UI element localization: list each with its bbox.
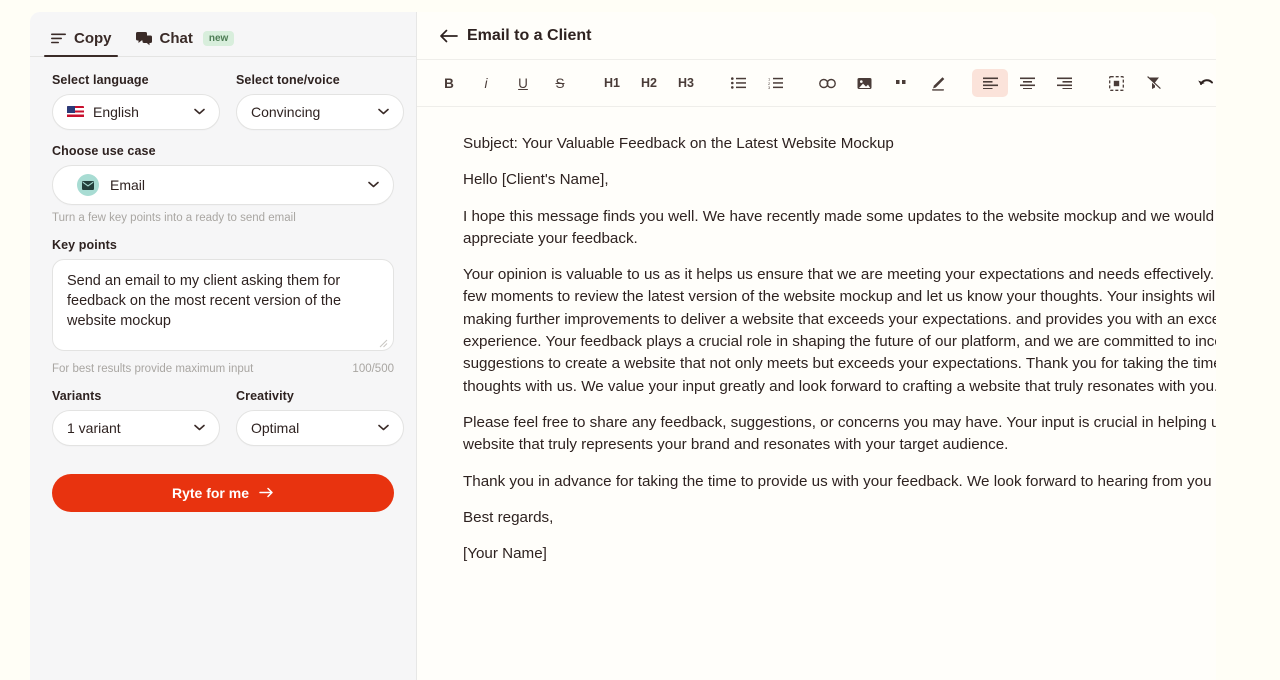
usecase-select[interactable]: Email [52,165,394,205]
sidebar-form: Select language English Select tone/voic… [30,57,416,512]
app-window: Copy Chat new Select language English Se… [30,12,1216,680]
usecase-value: Email [110,177,146,193]
sidebar: Copy Chat new Select language English Se… [30,12,417,680]
chevron-down-icon [378,107,389,118]
creativity-field: Creativity Optimal [236,389,404,446]
page-title: Email to a Client [467,26,592,44]
keypoints-input[interactable] [52,259,394,351]
chevron-down-icon [194,107,205,118]
keypoints-field: Key points For best results provide maxi… [52,238,394,375]
keypoints-label: Key points [52,238,117,252]
paragraph-main-text: Your opinion is valuable to us as it hel… [463,266,1216,395]
tone-label: Select tone/voice [236,73,340,87]
document-body[interactable]: Subject: Your Valuable Feedback on the L… [417,107,1216,680]
tab-chat-new-badge: new [202,31,235,46]
underline-button[interactable]: U [505,69,541,97]
variants-field: Variants 1 variant [52,389,220,446]
language-field: Select language English [52,73,220,130]
tab-chat-label: Chat [159,30,193,47]
paragraph-request: Please feel free to share any feedback, … [463,413,1216,454]
strikethrough-button[interactable]: S [542,69,578,97]
keypoints-textarea-wrap [52,259,394,356]
numbered-list-icon[interactable]: 1 2 3 [757,69,793,97]
tab-copy[interactable]: Copy [44,30,124,57]
image-icon[interactable] [846,69,882,97]
heading2-button[interactable]: H2 [631,69,667,97]
us-flag-icon [67,106,84,118]
paragraph-signoff: Best regards, [463,508,554,526]
usecase-hint: Turn a few key points into a ready to se… [52,212,296,224]
lines-icon [50,31,66,47]
tone-field: Select tone/voice Convincing [236,73,404,130]
bullet-list-icon[interactable] [720,69,756,97]
ryte-for-me-label: Ryte for me [171,485,250,501]
language-label: Select language [52,73,149,87]
tone-value: Convincing [251,104,321,120]
heading1-button[interactable]: H1 [594,69,630,97]
quote-icon[interactable] [883,69,919,97]
keypoints-hint-row: For best results provide maximum input 1… [52,363,394,375]
clear-formatting-icon[interactable] [1135,69,1171,97]
ai-frame-icon[interactable] [1098,69,1134,97]
chevron-down-icon [194,423,205,434]
align-center-icon[interactable] [1009,69,1045,97]
undo-icon[interactable] [1187,69,1216,97]
align-right-icon[interactable] [1046,69,1082,97]
tab-chat[interactable]: Chat new [130,30,247,56]
editor-panel: Email to a Client B i U S H1 H2 H3 1 2 3… [417,12,1216,680]
align-left-icon[interactable] [972,69,1008,97]
creativity-select[interactable]: Optimal [236,410,404,446]
paragraph-main: Your opinion is valuable to us as it hel… [463,264,1216,398]
arrow-left-icon[interactable] [435,23,461,49]
creativity-value: Optimal [251,420,300,436]
variants-label: Variants [52,389,102,403]
highlighter-icon[interactable] [920,69,956,97]
svg-text:3: 3 [768,85,771,89]
paragraph-name: [Your Name] [463,545,547,563]
tab-copy-label: Copy [74,30,112,47]
variants-creativity-row: Variants 1 variant Creativity Optimal [52,389,404,460]
chevron-down-icon [378,423,389,434]
usecase-label: Choose use case [52,144,156,158]
editor-header: Email to a Client [417,12,1216,60]
usecase-field: Choose use case Email Turn a few key poi… [52,144,394,224]
heading3-button[interactable]: H3 [668,69,704,97]
envelope-icon [77,174,99,196]
tone-select[interactable]: Convincing [236,94,404,130]
paragraph-thanks: Thank you in advance for taking the time… [463,472,1216,490]
variants-select[interactable]: 1 variant [52,410,220,446]
arrow-right-icon [259,485,274,501]
italic-button[interactable]: i [468,69,504,97]
language-value: English [93,104,139,120]
chat-bubble-icon [135,31,152,47]
creativity-label: Creativity [236,389,294,403]
paragraph-subject: Subject: Your Valuable Feedback on the L… [463,135,894,152]
link-icon[interactable] [809,69,845,97]
ryte-for-me-button[interactable]: Ryte for me [52,474,394,512]
language-select[interactable]: English [52,94,220,130]
editor-toolbar: B i U S H1 H2 H3 1 2 3 [417,60,1216,107]
chevron-down-icon [368,180,379,191]
paragraph-greeting: Hello [Client's Name], [463,171,609,189]
variants-value: 1 variant [67,420,121,436]
keypoints-counter: 100/500 [352,363,394,375]
paragraph-intro: I hope this message finds you well. We h… [463,207,1216,247]
bold-button[interactable]: B [431,69,467,97]
sidebar-tabbar: Copy Chat new [30,12,416,57]
language-tone-row: Select language English Select tone/voic… [52,73,404,144]
keypoints-hint: For best results provide maximum input [52,363,254,375]
